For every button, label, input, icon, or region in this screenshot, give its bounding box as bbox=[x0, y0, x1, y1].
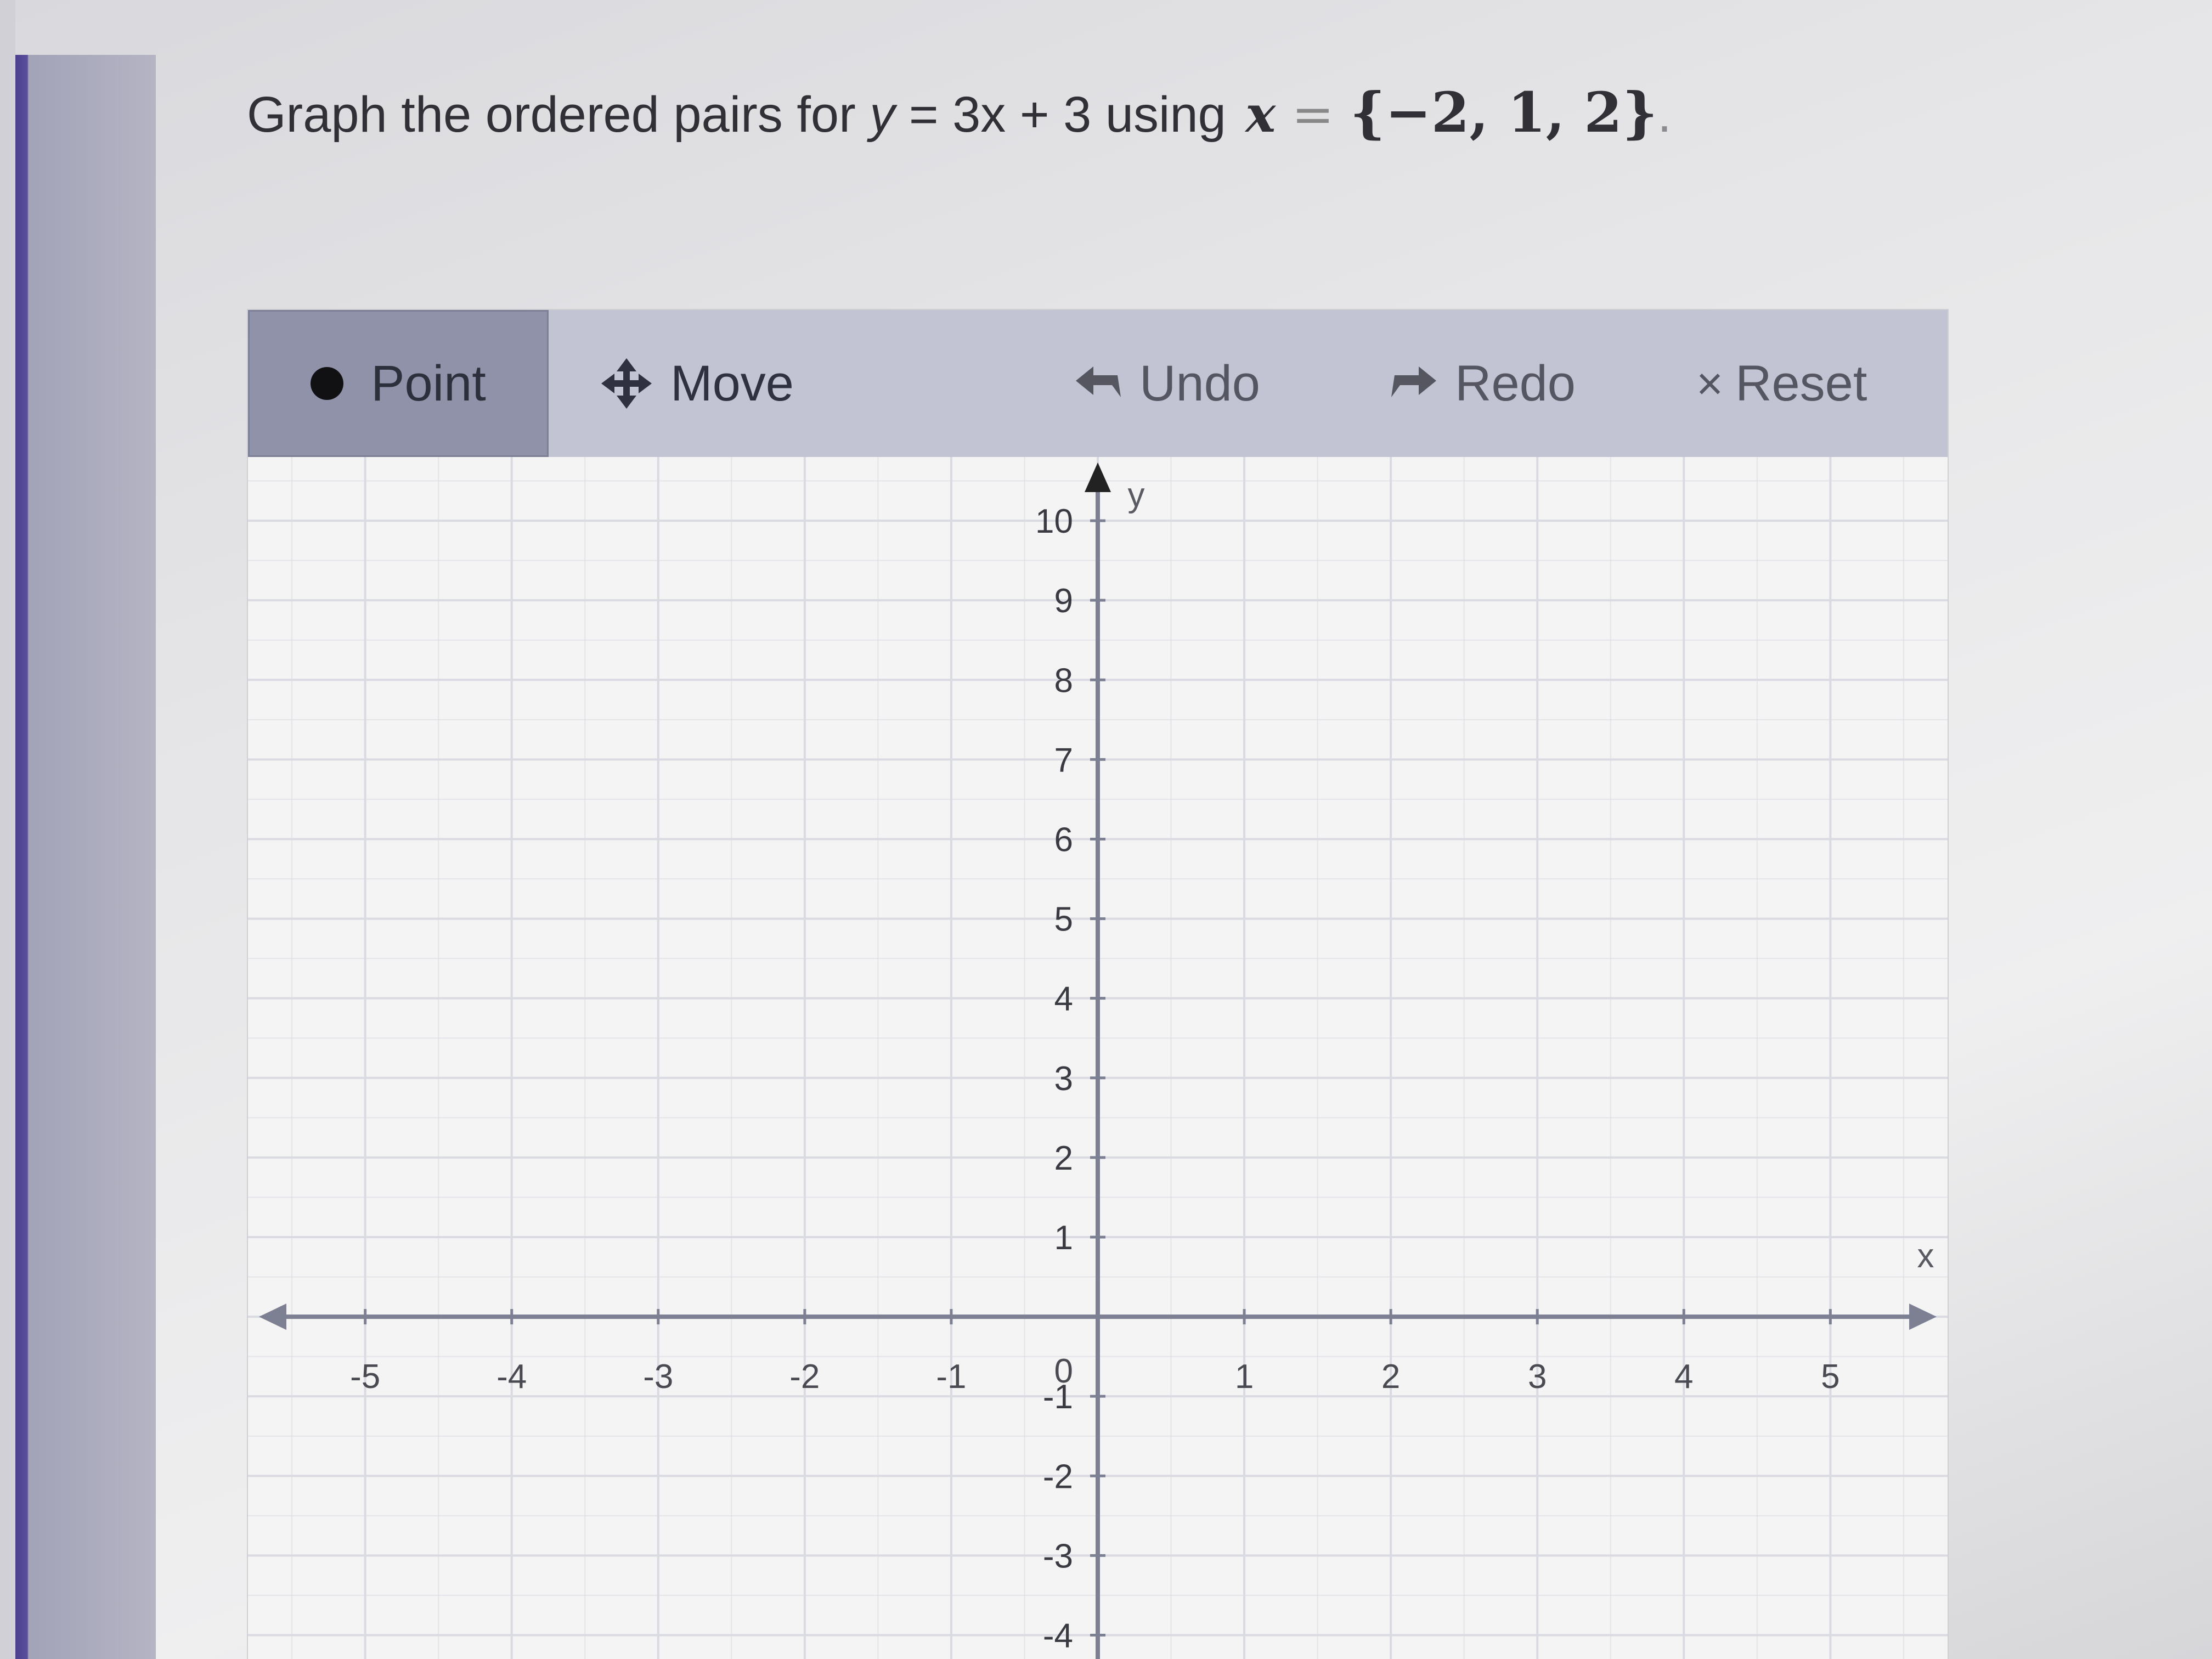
y-axis-up-arrow-icon bbox=[1085, 462, 1111, 492]
redo-arrow-icon bbox=[1391, 366, 1436, 397]
question-equals: = bbox=[1276, 85, 1350, 144]
question-x-set: {−2, 1, 2} bbox=[1350, 80, 1658, 145]
x-tick-label: 2 bbox=[1381, 1358, 1400, 1396]
coordinate-plane[interactable]: -5 -4 -3 -2 -1 1 2 3 4 5 -4 -3 -2 -1 1 2 3 4 5 6 7 8 9 10 0 x y bbox=[248, 457, 1948, 1659]
y-tick-label: 8 bbox=[1054, 662, 1073, 699]
question-text: Graph the ordered pairs for y = 3x + 3 u… bbox=[247, 71, 1672, 154]
x-tick-label: -1 bbox=[936, 1358, 966, 1396]
filled-circle-icon bbox=[311, 367, 344, 400]
x-tick-label: -5 bbox=[350, 1358, 380, 1396]
move-tool-button[interactable]: Move bbox=[599, 310, 794, 457]
y-tick-label: 9 bbox=[1054, 582, 1073, 620]
x-tick-label: -3 bbox=[643, 1358, 673, 1396]
graph-toolbar: Point Move Undo Redo × Reset bbox=[248, 310, 1948, 457]
close-x-icon: × bbox=[1696, 357, 1724, 409]
coordinate-grid-svg[interactable]: -5 -4 -3 -2 -1 1 2 3 4 5-4-3-2-1123456789100xy bbox=[248, 457, 1948, 1659]
x-tick-label: 3 bbox=[1528, 1358, 1547, 1396]
reset-button[interactable]: × Reset bbox=[1696, 310, 1867, 457]
question-y-variable: y bbox=[870, 87, 895, 143]
four-way-arrow-icon bbox=[601, 358, 652, 409]
question-x-variable: x bbox=[1245, 84, 1276, 144]
move-tool-label: Move bbox=[670, 355, 794, 411]
y-tick-label: 5 bbox=[1054, 901, 1073, 939]
y-axis-label: y bbox=[1128, 476, 1145, 514]
undo-label: Undo bbox=[1139, 355, 1260, 411]
y-tick-label: 7 bbox=[1054, 741, 1073, 779]
y-tick-label: 4 bbox=[1054, 980, 1073, 1018]
question-prefix: Graph the ordered pairs for bbox=[247, 87, 870, 143]
y-tick-label: -2 bbox=[1043, 1458, 1073, 1496]
reset-label: Reset bbox=[1735, 355, 1867, 411]
left-sidebar-rail bbox=[15, 55, 156, 1659]
question-equation: = 3x + 3 using bbox=[895, 87, 1240, 143]
redo-label: Redo bbox=[1455, 355, 1576, 411]
x-tick-label: 1 bbox=[1235, 1358, 1254, 1396]
undo-arrow-icon bbox=[1076, 366, 1121, 397]
x-tick-label: 5 bbox=[1821, 1358, 1839, 1396]
x-tick-label: 4 bbox=[1674, 1358, 1693, 1396]
question-period: . bbox=[1657, 87, 1672, 143]
graph-panel: Point Move Undo Redo × Reset -5 -4 -3 -2… bbox=[248, 310, 1948, 1659]
y-tick-label: -3 bbox=[1043, 1537, 1073, 1575]
origin-label: 0 bbox=[1054, 1352, 1073, 1390]
y-tick-label: 6 bbox=[1054, 821, 1073, 859]
y-tick-label: 10 bbox=[1035, 503, 1073, 540]
x-axis-label: x bbox=[1917, 1237, 1934, 1275]
y-tick-label: 2 bbox=[1054, 1139, 1073, 1177]
redo-button[interactable]: Redo bbox=[1389, 310, 1576, 457]
point-tool-button[interactable]: Point bbox=[248, 310, 549, 457]
screen-edge bbox=[0, 0, 15, 1659]
y-tick-label: 3 bbox=[1054, 1060, 1073, 1098]
x-axis-right-arrow-icon bbox=[1909, 1304, 1937, 1330]
y-tick-label: 1 bbox=[1054, 1219, 1073, 1257]
point-tool-label: Point bbox=[371, 355, 486, 411]
y-tick-label: -4 bbox=[1043, 1617, 1073, 1655]
x-tick-label: -2 bbox=[789, 1358, 820, 1396]
x-axis-left-arrow-icon bbox=[259, 1304, 286, 1330]
x-tick-label: -4 bbox=[496, 1358, 527, 1396]
undo-button[interactable]: Undo bbox=[1074, 310, 1260, 457]
